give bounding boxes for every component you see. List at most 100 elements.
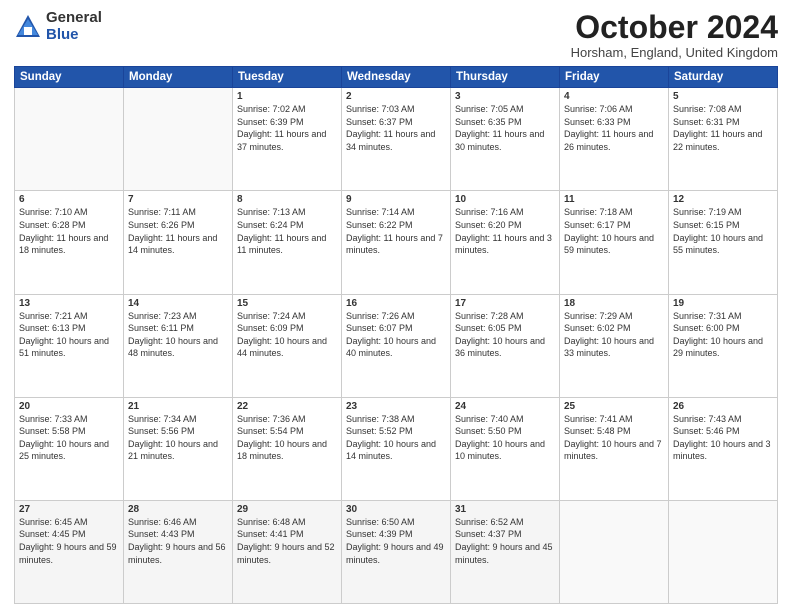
day-number: 17 bbox=[455, 298, 555, 309]
logo-icon bbox=[14, 13, 42, 41]
day-number: 9 bbox=[346, 194, 446, 205]
day-number: 4 bbox=[564, 91, 664, 102]
day-cell: 17Sunrise: 7:28 AM Sunset: 6:05 PM Dayli… bbox=[451, 294, 560, 397]
day-info: Sunrise: 6:48 AM Sunset: 4:41 PM Dayligh… bbox=[237, 516, 337, 566]
weekday-wednesday: Wednesday bbox=[342, 67, 451, 88]
day-cell: 23Sunrise: 7:38 AM Sunset: 5:52 PM Dayli… bbox=[342, 397, 451, 500]
day-info: Sunrise: 7:16 AM Sunset: 6:20 PM Dayligh… bbox=[455, 206, 555, 256]
day-cell bbox=[560, 500, 669, 603]
logo-general: General bbox=[46, 10, 102, 27]
day-cell: 2Sunrise: 7:03 AM Sunset: 6:37 PM Daylig… bbox=[342, 88, 451, 191]
day-info: Sunrise: 7:43 AM Sunset: 5:46 PM Dayligh… bbox=[673, 413, 773, 463]
day-number: 11 bbox=[564, 194, 664, 205]
day-cell: 20Sunrise: 7:33 AM Sunset: 5:58 PM Dayli… bbox=[15, 397, 124, 500]
day-number: 2 bbox=[346, 91, 446, 102]
day-cell: 28Sunrise: 6:46 AM Sunset: 4:43 PM Dayli… bbox=[124, 500, 233, 603]
day-info: Sunrise: 6:45 AM Sunset: 4:45 PM Dayligh… bbox=[19, 516, 119, 566]
day-cell: 14Sunrise: 7:23 AM Sunset: 6:11 PM Dayli… bbox=[124, 294, 233, 397]
week-row-1: 6Sunrise: 7:10 AM Sunset: 6:28 PM Daylig… bbox=[15, 191, 778, 294]
day-info: Sunrise: 7:18 AM Sunset: 6:17 PM Dayligh… bbox=[564, 206, 664, 256]
calendar-body: 1Sunrise: 7:02 AM Sunset: 6:39 PM Daylig… bbox=[15, 88, 778, 604]
day-number: 20 bbox=[19, 401, 119, 412]
day-cell: 29Sunrise: 6:48 AM Sunset: 4:41 PM Dayli… bbox=[233, 500, 342, 603]
day-cell: 30Sunrise: 6:50 AM Sunset: 4:39 PM Dayli… bbox=[342, 500, 451, 603]
day-cell: 16Sunrise: 7:26 AM Sunset: 6:07 PM Dayli… bbox=[342, 294, 451, 397]
day-cell: 7Sunrise: 7:11 AM Sunset: 6:26 PM Daylig… bbox=[124, 191, 233, 294]
page: General Blue October 2024 Horsham, Engla… bbox=[0, 0, 792, 612]
day-number: 22 bbox=[237, 401, 337, 412]
day-info: Sunrise: 7:38 AM Sunset: 5:52 PM Dayligh… bbox=[346, 413, 446, 463]
day-info: Sunrise: 7:36 AM Sunset: 5:54 PM Dayligh… bbox=[237, 413, 337, 463]
day-number: 24 bbox=[455, 401, 555, 412]
header: General Blue October 2024 Horsham, Engla… bbox=[14, 10, 778, 60]
day-number: 15 bbox=[237, 298, 337, 309]
day-info: Sunrise: 7:10 AM Sunset: 6:28 PM Dayligh… bbox=[19, 206, 119, 256]
day-number: 16 bbox=[346, 298, 446, 309]
day-info: Sunrise: 7:03 AM Sunset: 6:37 PM Dayligh… bbox=[346, 103, 446, 153]
day-info: Sunrise: 7:26 AM Sunset: 6:07 PM Dayligh… bbox=[346, 310, 446, 360]
day-cell: 8Sunrise: 7:13 AM Sunset: 6:24 PM Daylig… bbox=[233, 191, 342, 294]
day-info: Sunrise: 7:34 AM Sunset: 5:56 PM Dayligh… bbox=[128, 413, 228, 463]
day-cell: 25Sunrise: 7:41 AM Sunset: 5:48 PM Dayli… bbox=[560, 397, 669, 500]
day-cell bbox=[669, 500, 778, 603]
month-title: October 2024 bbox=[571, 10, 778, 45]
day-number: 23 bbox=[346, 401, 446, 412]
day-number: 21 bbox=[128, 401, 228, 412]
day-number: 3 bbox=[455, 91, 555, 102]
day-cell: 15Sunrise: 7:24 AM Sunset: 6:09 PM Dayli… bbox=[233, 294, 342, 397]
day-cell: 4Sunrise: 7:06 AM Sunset: 6:33 PM Daylig… bbox=[560, 88, 669, 191]
day-info: Sunrise: 7:11 AM Sunset: 6:26 PM Dayligh… bbox=[128, 206, 228, 256]
calendar: SundayMondayTuesdayWednesdayThursdayFrid… bbox=[14, 66, 778, 604]
calendar-header: SundayMondayTuesdayWednesdayThursdayFrid… bbox=[15, 67, 778, 88]
day-cell: 11Sunrise: 7:18 AM Sunset: 6:17 PM Dayli… bbox=[560, 191, 669, 294]
day-number: 19 bbox=[673, 298, 773, 309]
day-info: Sunrise: 7:02 AM Sunset: 6:39 PM Dayligh… bbox=[237, 103, 337, 153]
day-info: Sunrise: 7:28 AM Sunset: 6:05 PM Dayligh… bbox=[455, 310, 555, 360]
day-number: 28 bbox=[128, 504, 228, 515]
day-cell: 24Sunrise: 7:40 AM Sunset: 5:50 PM Dayli… bbox=[451, 397, 560, 500]
weekday-tuesday: Tuesday bbox=[233, 67, 342, 88]
day-cell: 10Sunrise: 7:16 AM Sunset: 6:20 PM Dayli… bbox=[451, 191, 560, 294]
day-cell: 5Sunrise: 7:08 AM Sunset: 6:31 PM Daylig… bbox=[669, 88, 778, 191]
day-cell: 1Sunrise: 7:02 AM Sunset: 6:39 PM Daylig… bbox=[233, 88, 342, 191]
day-number: 13 bbox=[19, 298, 119, 309]
day-number: 27 bbox=[19, 504, 119, 515]
day-info: Sunrise: 7:14 AM Sunset: 6:22 PM Dayligh… bbox=[346, 206, 446, 256]
day-number: 18 bbox=[564, 298, 664, 309]
day-cell: 18Sunrise: 7:29 AM Sunset: 6:02 PM Dayli… bbox=[560, 294, 669, 397]
day-info: Sunrise: 7:13 AM Sunset: 6:24 PM Dayligh… bbox=[237, 206, 337, 256]
day-number: 5 bbox=[673, 91, 773, 102]
day-number: 31 bbox=[455, 504, 555, 515]
day-info: Sunrise: 7:31 AM Sunset: 6:00 PM Dayligh… bbox=[673, 310, 773, 360]
week-row-0: 1Sunrise: 7:02 AM Sunset: 6:39 PM Daylig… bbox=[15, 88, 778, 191]
weekday-thursday: Thursday bbox=[451, 67, 560, 88]
day-info: Sunrise: 7:06 AM Sunset: 6:33 PM Dayligh… bbox=[564, 103, 664, 153]
day-cell: 9Sunrise: 7:14 AM Sunset: 6:22 PM Daylig… bbox=[342, 191, 451, 294]
day-cell: 22Sunrise: 7:36 AM Sunset: 5:54 PM Dayli… bbox=[233, 397, 342, 500]
day-number: 12 bbox=[673, 194, 773, 205]
day-cell bbox=[15, 88, 124, 191]
day-info: Sunrise: 7:23 AM Sunset: 6:11 PM Dayligh… bbox=[128, 310, 228, 360]
day-number: 10 bbox=[455, 194, 555, 205]
day-info: Sunrise: 6:46 AM Sunset: 4:43 PM Dayligh… bbox=[128, 516, 228, 566]
weekday-monday: Monday bbox=[124, 67, 233, 88]
day-cell bbox=[124, 88, 233, 191]
weekday-sunday: Sunday bbox=[15, 67, 124, 88]
day-cell: 21Sunrise: 7:34 AM Sunset: 5:56 PM Dayli… bbox=[124, 397, 233, 500]
weekday-friday: Friday bbox=[560, 67, 669, 88]
day-number: 6 bbox=[19, 194, 119, 205]
logo-text: General Blue bbox=[46, 10, 102, 43]
day-cell: 19Sunrise: 7:31 AM Sunset: 6:00 PM Dayli… bbox=[669, 294, 778, 397]
week-row-2: 13Sunrise: 7:21 AM Sunset: 6:13 PM Dayli… bbox=[15, 294, 778, 397]
day-info: Sunrise: 7:41 AM Sunset: 5:48 PM Dayligh… bbox=[564, 413, 664, 463]
weekday-row: SundayMondayTuesdayWednesdayThursdayFrid… bbox=[15, 67, 778, 88]
day-info: Sunrise: 7:21 AM Sunset: 6:13 PM Dayligh… bbox=[19, 310, 119, 360]
day-info: Sunrise: 7:08 AM Sunset: 6:31 PM Dayligh… bbox=[673, 103, 773, 153]
day-cell: 26Sunrise: 7:43 AM Sunset: 5:46 PM Dayli… bbox=[669, 397, 778, 500]
day-info: Sunrise: 7:24 AM Sunset: 6:09 PM Dayligh… bbox=[237, 310, 337, 360]
day-number: 29 bbox=[237, 504, 337, 515]
day-cell: 31Sunrise: 6:52 AM Sunset: 4:37 PM Dayli… bbox=[451, 500, 560, 603]
week-row-3: 20Sunrise: 7:33 AM Sunset: 5:58 PM Dayli… bbox=[15, 397, 778, 500]
day-info: Sunrise: 6:50 AM Sunset: 4:39 PM Dayligh… bbox=[346, 516, 446, 566]
day-number: 30 bbox=[346, 504, 446, 515]
